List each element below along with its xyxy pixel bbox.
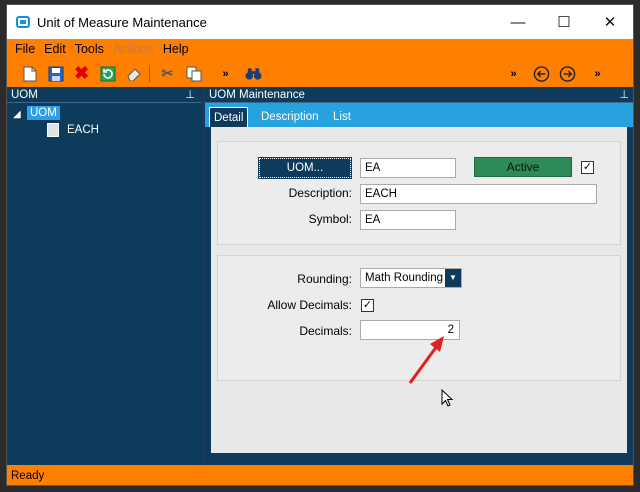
app-icon [16,16,30,28]
rounding-label: Rounding: [297,272,352,286]
tree-node-uom[interactable]: UOM [27,106,60,120]
back-icon[interactable] [533,65,550,82]
window-title: Unit of Measure Maintenance [37,15,207,30]
save-icon[interactable] [47,65,64,82]
rounding-group: Rounding: Math Rounding ▼ Allow Decimals… [217,255,621,381]
allow-decimals-label: Allow Decimals: [267,298,352,312]
allow-decimals-checkbox[interactable]: ✓ [361,299,374,312]
minimize-button[interactable]: — [495,5,541,39]
maintenance-panel: UOM Maintenance ⊥ Detail Description Lis… [205,87,633,465]
tree-node-each[interactable]: EACH [67,124,99,136]
decimals-label: Decimals: [299,324,352,338]
binoculars-icon[interactable] [245,65,262,82]
cut-icon[interactable]: ✂ [159,65,176,82]
active-checkbox[interactable]: ✓ [581,161,594,174]
decimals-field[interactable]: 2 [360,320,460,340]
more-icon[interactable]: » [217,65,234,82]
tab-list[interactable]: List [329,107,355,127]
pin-icon-right[interactable]: ⊥ [619,87,629,103]
status-text: Ready [11,470,45,482]
copy-icon[interactable] [185,65,202,82]
description-label: Description: [288,186,352,200]
eraser-icon[interactable] [125,65,142,82]
refresh-icon[interactable] [99,65,116,82]
rounding-select[interactable]: Math Rounding ▼ [360,268,462,288]
mouse-cursor-icon [441,389,454,407]
app-window: Unit of Measure Maintenance — ☐ ✕ File E… [6,4,634,486]
maximize-button[interactable]: ☐ [541,5,587,39]
title-bar: Unit of Measure Maintenance — ☐ ✕ [7,5,633,39]
new-icon[interactable] [21,65,38,82]
menu-help[interactable]: Help [163,42,189,56]
uom-button[interactable]: UOM... [258,157,352,179]
menu-tools[interactable]: Tools [75,42,104,56]
status-bar: Ready [7,465,633,485]
delete-icon[interactable]: ✖ [73,63,90,83]
active-button[interactable]: Active [474,157,572,177]
more-icon-far-right[interactable]: » [589,65,606,82]
tree-panel-title: UOM [11,89,38,101]
close-button[interactable]: ✕ [587,5,633,39]
menu-edit[interactable]: Edit [44,42,66,56]
toolbar: ✖ ✂ » » » [7,59,633,87]
menu-bar: File Edit Tools Actions Help [7,39,633,59]
tab-description[interactable]: Description [257,107,323,127]
tab-bar: Detail Description List [205,103,633,127]
rounding-value: Math Rounding [365,272,443,284]
tree-panel: UOM ⊥ ◢ UOM EACH [7,87,201,465]
uom-group: UOM... EA Active ✓ Description: EACH Sym… [217,141,621,245]
tab-detail[interactable]: Detail [209,107,249,127]
tree-panel-header: UOM ⊥ [7,87,201,103]
uom-field[interactable]: EA [360,158,456,178]
more-icon-right[interactable]: » [505,65,522,82]
detail-content: UOM... EA Active ✓ Description: EACH Sym… [211,127,627,453]
menu-actions: Actions [112,42,154,56]
symbol-label: Symbol: [308,212,352,226]
symbol-field[interactable]: EA [360,210,456,230]
chevron-down-icon[interactable]: ▼ [445,269,461,287]
description-field[interactable]: EACH [360,184,597,204]
menu-file[interactable]: File [15,42,35,56]
maintenance-panel-header: UOM Maintenance ⊥ [205,87,633,103]
maintenance-panel-title: UOM Maintenance [209,89,305,101]
forward-icon[interactable] [559,65,576,82]
document-icon [47,123,59,137]
expand-icon[interactable]: ◢ [13,109,21,120]
pin-icon[interactable]: ⊥ [185,87,195,103]
